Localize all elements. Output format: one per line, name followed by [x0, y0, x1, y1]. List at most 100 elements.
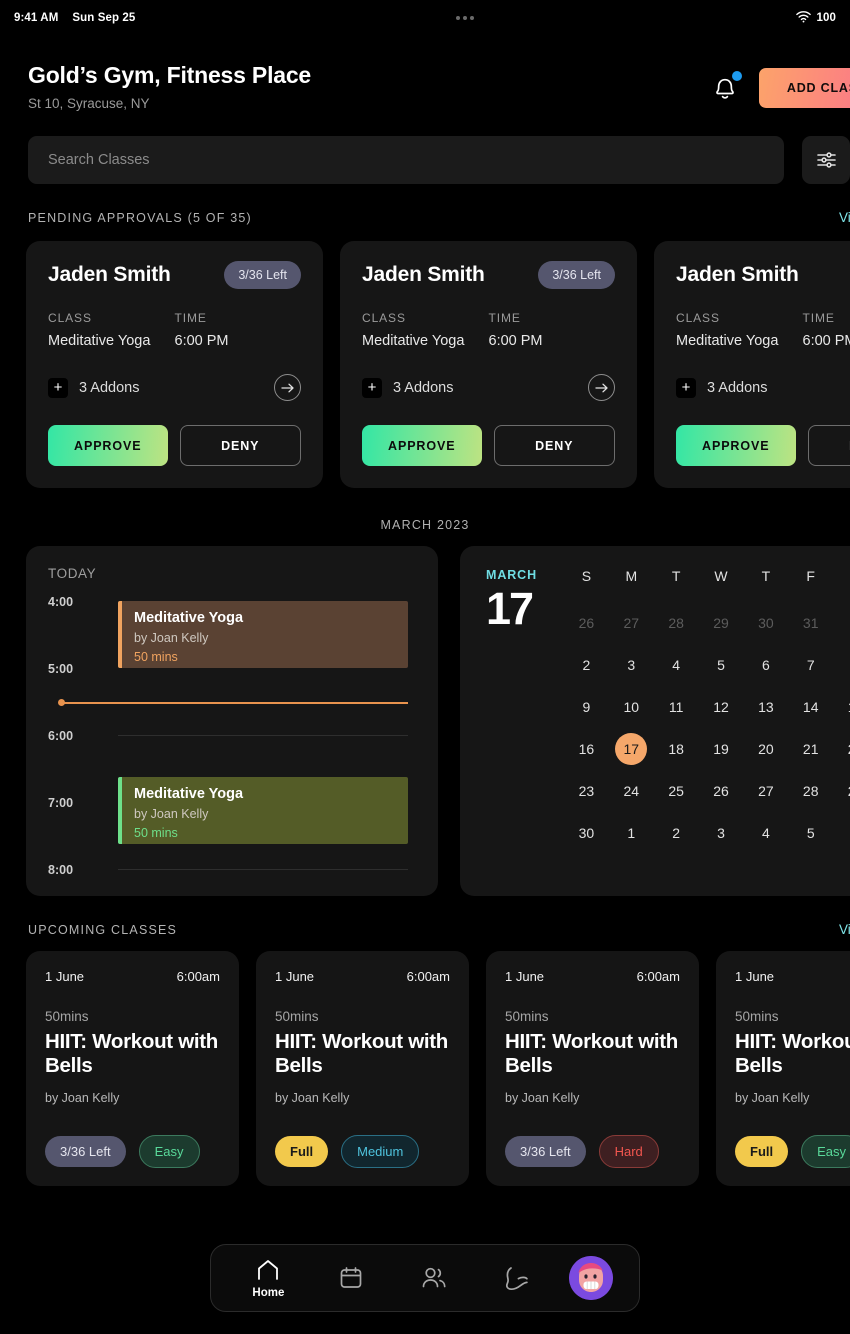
deny-button[interactable]: DENY	[807, 425, 850, 466]
calendar-day-cell[interactable]: 6	[833, 812, 850, 854]
calendar-day-cell[interactable]: 29	[699, 602, 744, 644]
approve-button[interactable]: APPROVE	[48, 425, 168, 466]
calendar-day-cell[interactable]: 22	[833, 728, 850, 770]
approval-addons-left[interactable]: + 3 Addons	[676, 377, 767, 398]
calendar-day-cell[interactable]: 31	[788, 602, 833, 644]
timeline-event[interactable]: Meditative Yoga by Joan Kelly 50 mins	[118, 601, 408, 668]
search-box[interactable]	[28, 136, 784, 184]
calendar-day-cell[interactable]: 27	[609, 602, 654, 644]
plus-icon: +	[48, 377, 68, 398]
calendar-day-cell[interactable]: 19	[699, 728, 744, 770]
header-text-block: Gold’s Gym, Fitness Place St 10, Syracus…	[28, 62, 711, 111]
notification-bell-button[interactable]	[711, 71, 742, 104]
upcoming-class-title: HIIT: Workout with Bells	[735, 1030, 850, 1078]
calendar-day-cell[interactable]: 28	[788, 770, 833, 812]
approval-card[interactable]: Jaden Smith 3/36 Left CLASS Meditative Y…	[26, 241, 323, 488]
deny-button[interactable]: DENY	[179, 425, 301, 466]
calendar-day-cell[interactable]: 2	[564, 644, 609, 686]
user-avatar[interactable]	[568, 1256, 613, 1300]
calendar-day-cell[interactable]: 11	[654, 686, 699, 728]
status-bar-right: 100	[795, 10, 837, 26]
calendar-dow-label: S	[581, 568, 592, 584]
upcoming-class-date: 1 June	[505, 969, 545, 984]
calendar-day-cell[interactable]: 30	[743, 602, 788, 644]
approval-member-name: Jaden Smith	[676, 263, 799, 286]
calendar-day-cell[interactable]: 12	[699, 686, 744, 728]
nav-label-home: Home	[252, 1286, 285, 1299]
calendar-day-cell[interactable]: 15	[833, 686, 850, 728]
approval-time-label: TIME	[802, 311, 835, 325]
calendar-day-cell[interactable]: 2	[654, 812, 699, 854]
approval-addons-left[interactable]: + 3 Addons	[48, 377, 139, 398]
approval-card[interactable]: Jaden Smith 3/36 Left CLASS Meditative Y…	[654, 241, 850, 488]
approval-detail-arrow-button[interactable]	[588, 374, 615, 401]
upcoming-class-card[interactable]: 1 June 6:00am 50mins HIIT: Workout with …	[256, 951, 469, 1187]
calendar-day-cell[interactable]: 29	[833, 770, 850, 812]
nav-item-home[interactable]: Home	[237, 1258, 299, 1299]
pending-approvals-view-link[interactable]: View	[839, 210, 850, 225]
calendar-day-cell[interactable]: 1	[609, 812, 654, 854]
calendar-day-cell[interactable]: 4	[743, 812, 788, 854]
upcoming-class-date: 1 June	[275, 969, 315, 984]
calendar-day-cell[interactable]: 18	[654, 728, 699, 770]
timeline-event-duration: 50 mins	[134, 826, 178, 840]
calendar-day-cell[interactable]: 25	[654, 770, 699, 812]
status-date: Sun Sep 25	[72, 12, 136, 24]
upcoming-class-card[interactable]: 1 June 6:00am 50mins HIIT: Workout with …	[716, 951, 850, 1187]
search-input[interactable]	[48, 152, 764, 168]
calendar-day-cell[interactable]: 30	[564, 812, 609, 854]
calendar-day-cell[interactable]: 8	[833, 644, 850, 686]
calendar-day-cell[interactable]: 7	[788, 644, 833, 686]
approval-addons-left[interactable]: + 3 Addons	[362, 377, 453, 398]
calendar-day-cell[interactable]: 6	[743, 644, 788, 686]
calendar-day-cell[interactable]: 26	[564, 602, 609, 644]
calendar-day-cell[interactable]: 4	[654, 644, 699, 686]
upcoming-class-card[interactable]: 1 June 6:00am 50mins HIIT: Workout with …	[26, 951, 239, 1187]
upcoming-slots-badge: Full	[275, 1136, 329, 1168]
calendar-day-cell[interactable]: 3	[609, 644, 654, 686]
timeline-event[interactable]: Meditative Yoga by Joan Kelly 50 mins	[118, 777, 408, 844]
nav-item-people[interactable]	[403, 1265, 465, 1291]
add-class-button[interactable]: ADD CLASS	[758, 68, 850, 108]
calendar-day-cell[interactable]: 21	[788, 728, 833, 770]
calendar-day-cell[interactable]: 26	[699, 770, 744, 812]
calendar-day-cell[interactable]: 20	[743, 728, 788, 770]
nav-item-workouts[interactable]	[486, 1265, 548, 1291]
battery-percent: 100	[816, 12, 836, 24]
calendar-day-cell[interactable]: 9	[564, 686, 609, 728]
calendar-day-cell[interactable]: 3	[699, 812, 744, 854]
calendar-day-cell[interactable]: 14	[788, 686, 833, 728]
calendar-dow-label: M	[625, 568, 638, 584]
approval-class-col: CLASS Meditative Yoga	[362, 311, 489, 349]
filter-sliders-icon	[817, 152, 836, 168]
calendar-day-cell[interactable]: 1	[833, 602, 850, 644]
calendar-day-cell[interactable]: 5	[699, 644, 744, 686]
approve-button[interactable]: APPROVE	[362, 425, 482, 466]
approval-card-top: Jaden Smith 3/36 Left	[48, 261, 301, 289]
upcoming-class-title: HIIT: Workout with Bells	[505, 1030, 679, 1078]
timeline-rule	[118, 735, 408, 736]
approval-member-name: Jaden Smith	[362, 263, 485, 286]
upcoming-class-instructor: by Joan Kelly	[45, 1091, 120, 1106]
calendar-day-cell[interactable]: 13	[743, 686, 788, 728]
calendar-day-cell[interactable]: 16	[564, 728, 609, 770]
calendar-day-cell[interactable]: 23	[564, 770, 609, 812]
calendar-day-cell[interactable]: 5	[788, 812, 833, 854]
nav-item-calendar[interactable]	[320, 1265, 382, 1291]
status-bar-center	[135, 16, 795, 20]
approval-card-meta: CLASS Meditative Yoga TIME 6:00 PM	[676, 311, 850, 349]
upcoming-class-card[interactable]: 1 June 6:00am 50mins HIIT: Workout with …	[486, 951, 699, 1187]
approval-card[interactable]: Jaden Smith 3/36 Left CLASS Meditative Y…	[340, 241, 637, 488]
calendar-day-cell[interactable]: 17	[609, 728, 654, 770]
calendar-day-cell[interactable]: 24	[609, 770, 654, 812]
upcoming-class-title: HIIT: Workout with Bells	[275, 1030, 449, 1078]
calendar-day-cell[interactable]: 27	[743, 770, 788, 812]
upcoming-classes-view-link[interactable]: View	[839, 922, 850, 937]
approve-button[interactable]: APPROVE	[676, 425, 796, 466]
calendar-day-cell[interactable]: 10	[609, 686, 654, 728]
filter-button[interactable]	[802, 136, 850, 184]
deny-button[interactable]: DENY	[493, 425, 615, 466]
approval-class-col: CLASS Meditative Yoga	[48, 311, 175, 349]
approval-detail-arrow-button[interactable]	[274, 374, 301, 401]
calendar-day-cell[interactable]: 28	[654, 602, 699, 644]
